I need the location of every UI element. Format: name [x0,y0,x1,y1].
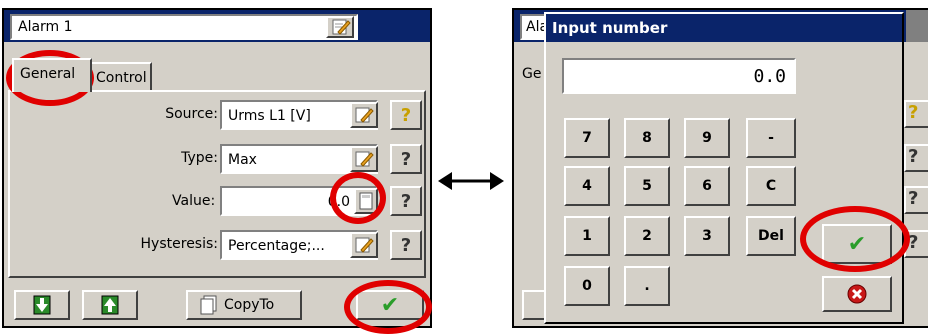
edit-note-icon [355,107,374,123]
behind-help-button-3: ? [904,186,928,214]
hysteresis-edit-button[interactable] [350,232,378,258]
copy-icon [200,295,217,315]
behind-help-button-1: ? [904,100,928,128]
tab-general[interactable]: General [12,58,92,92]
copy-to-label: CopyTo [224,297,275,313]
type-help-button[interactable]: ? [390,144,422,174]
help-icon: ? [400,104,412,126]
key-8[interactable]: 8 [624,118,670,158]
key-5-label: 5 [642,178,652,194]
key-7[interactable]: 7 [564,118,610,158]
value-help-button[interactable]: ? [390,186,422,216]
key-1[interactable]: 1 [564,216,610,256]
key-2[interactable]: 2 [624,216,670,256]
value-value: 0.0 [327,194,350,210]
behind-right-strip [906,10,928,42]
key-7-label: 7 [582,130,592,146]
edit-note-icon [355,151,374,167]
arrow-down-icon [33,295,51,315]
tab-control-label: Control [96,70,147,86]
behind-tab: Ge [522,66,542,82]
move-up-button[interactable] [82,290,138,320]
tab-general-label: General [20,66,76,82]
key-decimal[interactable]: . [624,266,670,306]
input-number-dialog: Input number 0.0 7 8 9 - 4 5 6 C 1 2 3 D… [544,12,904,324]
key-8-label: 8 [642,130,652,146]
type-edit-button[interactable] [350,146,378,172]
key-3[interactable]: 3 [684,216,730,256]
key-5[interactable]: 5 [624,166,670,206]
hysteresis-help-button[interactable]: ? [390,230,422,260]
number-display-value: 0.0 [753,66,786,87]
cancel-icon [847,284,867,304]
help-icon: ? [908,102,919,123]
arrow-up-icon [101,295,119,315]
tab-control[interactable]: Control [90,62,152,92]
help-icon: ? [908,146,919,167]
key-delete-label: Del [758,228,784,244]
copy-to-button[interactable]: CopyTo [186,290,302,320]
key-3-label: 3 [702,228,712,244]
edit-name-button[interactable] [326,16,354,38]
dialog-cancel-button[interactable] [822,276,892,312]
behind-help-button-4: ? [904,230,928,258]
value-label: Value: [172,193,216,209]
number-display[interactable]: 0.0 [562,58,796,94]
source-label: Source: [165,106,218,122]
ok-button[interactable]: ✔ [356,290,424,320]
check-icon: ✔ [847,231,867,257]
value-calculator-button[interactable] [354,188,378,214]
key-4-label: 4 [582,178,592,194]
key-9-label: 9 [702,130,712,146]
key-delete[interactable]: Del [746,216,796,256]
hysteresis-value: Percentage;... [228,238,325,254]
calculator-icon [359,192,373,210]
type-label: Type: [181,150,218,166]
source-edit-button[interactable] [350,102,378,128]
source-help-button[interactable]: ? [390,100,422,130]
alarm-window: Alarm 1 General Control Source: Urms L1 … [2,8,432,328]
source-value: Urms L1 [V] [228,108,311,124]
key-minus-label: - [768,130,774,146]
edit-note-icon [332,19,351,35]
key-decimal-label: . [644,278,650,294]
move-down-button[interactable] [14,290,70,320]
key-clear[interactable]: C [746,166,796,206]
key-minus[interactable]: - [746,118,796,158]
hysteresis-label: Hysteresis: [140,236,218,252]
help-icon: ? [908,232,919,253]
edit-note-icon [355,237,374,253]
dialog-ok-button[interactable]: ✔ [822,224,892,264]
dialog-title: Input number [552,19,668,37]
key-4[interactable]: 4 [564,166,610,206]
key-6-label: 6 [702,178,712,194]
double-arrow-icon [438,172,504,190]
double-arrow [438,168,504,194]
dialog-title-bar: Input number [546,14,902,42]
help-icon: ? [908,188,919,209]
key-clear-label: C [765,178,777,194]
key-2-label: 2 [642,228,652,244]
key-6[interactable]: 6 [684,166,730,206]
key-9[interactable]: 9 [684,118,730,158]
key-0[interactable]: 0 [564,266,610,306]
key-0-label: 0 [582,278,592,294]
check-icon: ✔ [380,292,400,318]
key-1-label: 1 [582,228,592,244]
help-icon: ? [400,190,412,212]
alarm-name-field[interactable]: Alarm 1 [10,14,358,40]
type-value: Max [228,152,257,168]
help-icon: ? [400,234,412,256]
help-icon: ? [400,148,412,170]
behind-help-button-2: ? [904,144,928,172]
alarm-name-value: Alarm 1 [18,19,73,35]
